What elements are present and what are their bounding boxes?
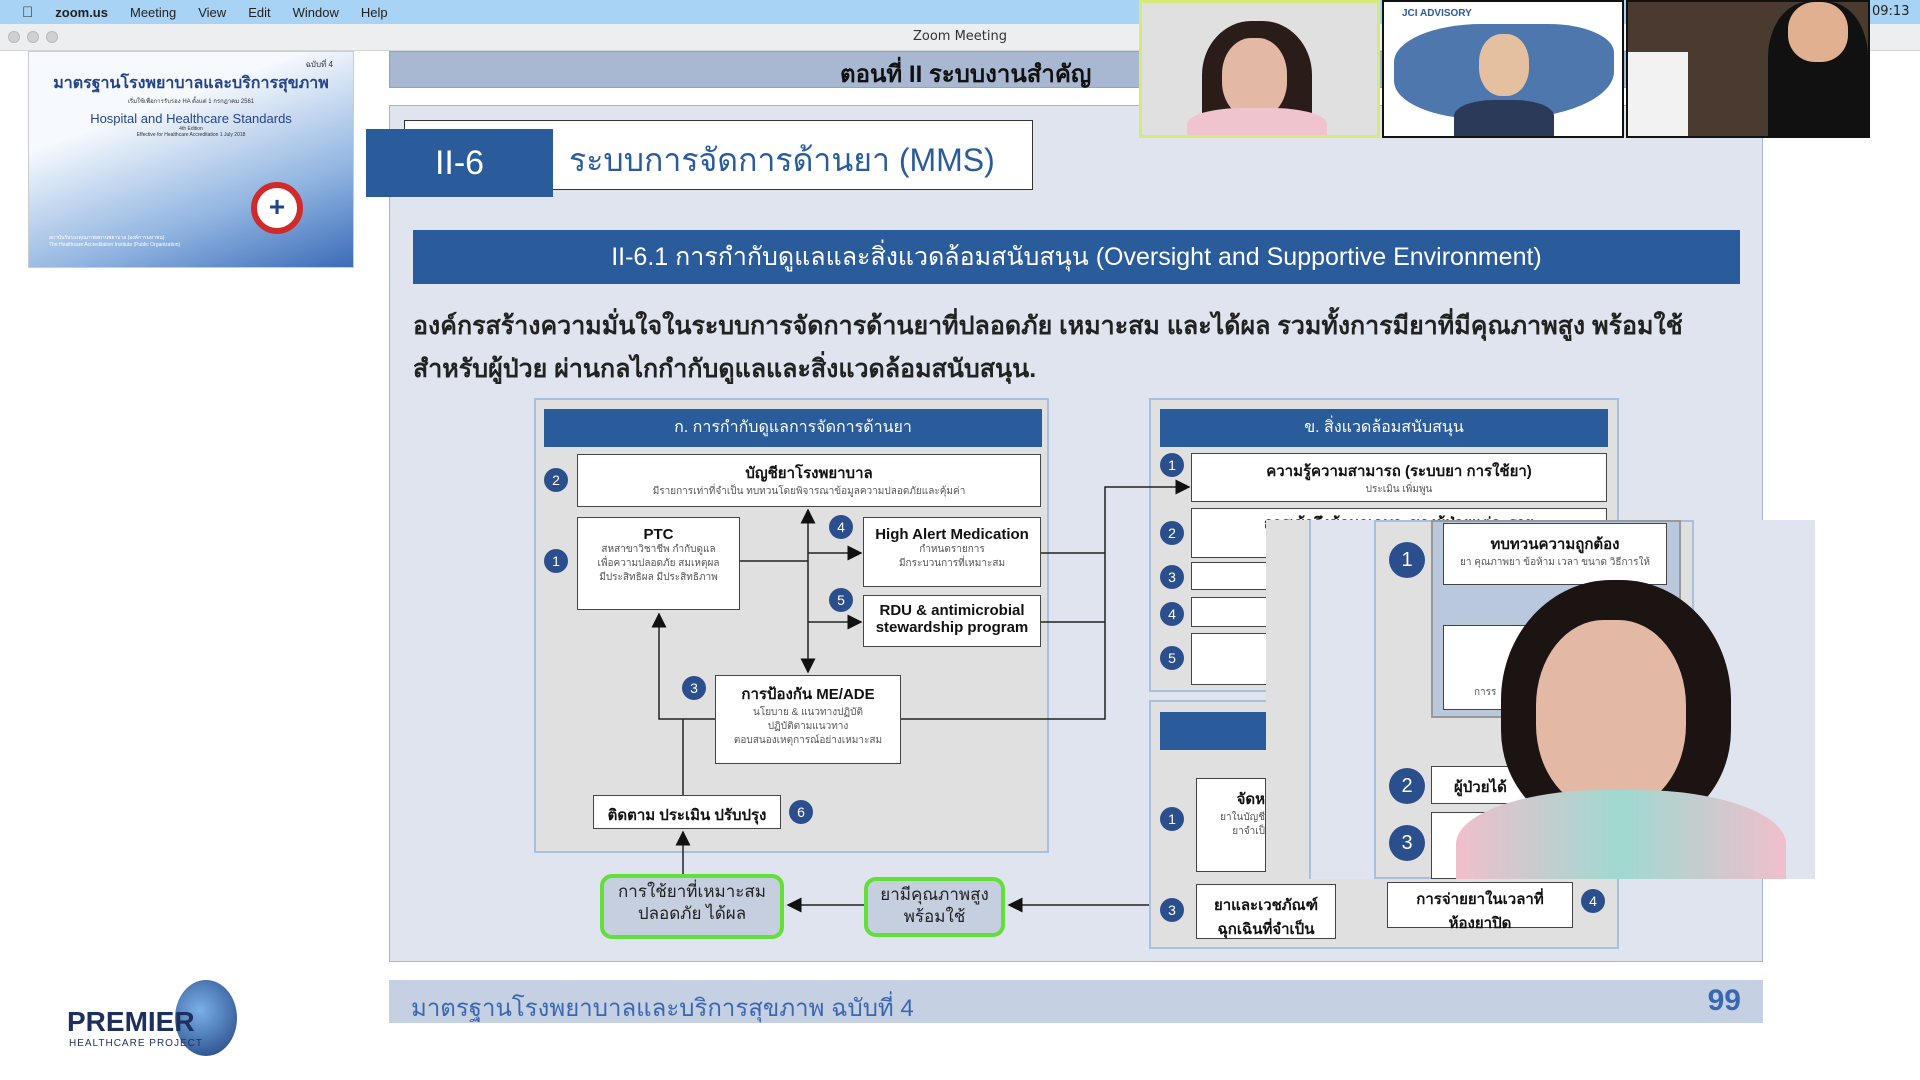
- speaker-video[interactable]: ทบทวนความถูกต้อง ยา คุณภาพยา ข้อห้าม เวลา…: [1266, 520, 1815, 879]
- video-tile-speaker[interactable]: [1139, 0, 1380, 138]
- share-review-box: ทบทวนความถูกต้อง ยา คุณภาพยา ข้อห้าม เวลา…: [1443, 523, 1667, 585]
- share-badge-3: 3: [1389, 825, 1425, 861]
- jci-advisory-label: JCI ADVISORY: [1402, 8, 1472, 19]
- share-badge-2: 2: [1389, 768, 1425, 804]
- premier-logo: PREMIER HEALTHCARE PROJECT: [67, 980, 237, 1056]
- video-tile-jci[interactable]: JCI ADVISORY: [1382, 0, 1624, 138]
- share-badge-1: 1: [1389, 542, 1425, 578]
- footer-text: มาตรฐานโรงพยาบาลและบริการสุขภาพ ฉบับที่ …: [411, 995, 914, 1022]
- speaker-face: [1536, 620, 1686, 810]
- video-tile-participant[interactable]: [1626, 0, 1870, 138]
- speaker-shirt: [1456, 790, 1786, 879]
- slide-footer: มาตรฐานโรงพยาบาลและบริการสุขภาพ ฉบับที่ …: [389, 980, 1763, 1023]
- clock: 09:13: [1872, 4, 1910, 19]
- page-number: 99: [1707, 984, 1741, 1017]
